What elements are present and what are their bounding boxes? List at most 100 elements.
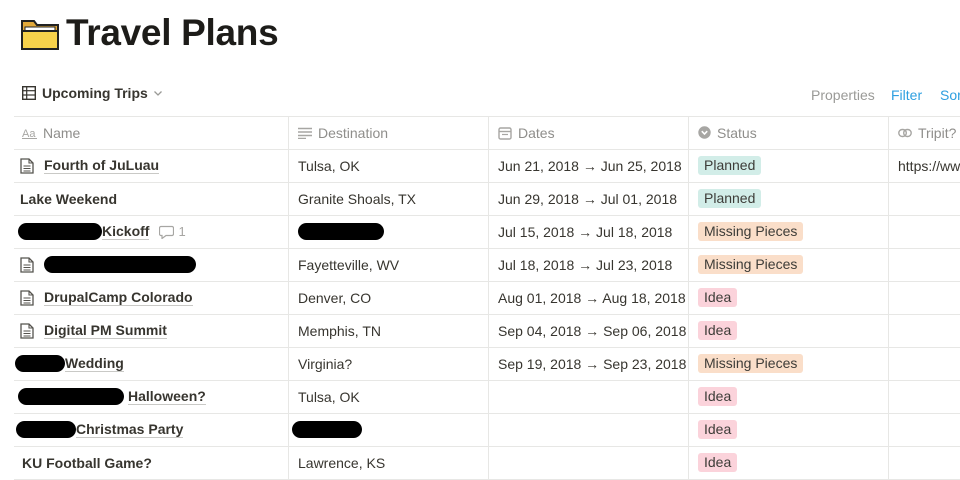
comment-count[interactable]: 1 — [159, 224, 186, 239]
row-name[interactable]: Christmas Party — [76, 421, 184, 438]
row-tripit[interactable] — [898, 347, 960, 380]
row-tripit[interactable] — [898, 248, 960, 281]
sort-button[interactable]: Sor — [940, 87, 960, 103]
page-icon — [20, 157, 34, 174]
row-tripit[interactable] — [898, 281, 960, 314]
row-name[interactable]: DrupalCamp Colorado — [44, 289, 193, 306]
row-destination[interactable]: Lawrence, KS — [298, 446, 488, 479]
row-dates[interactable]: Jul 15, 2018 → Jul 18, 2018 — [498, 215, 692, 248]
row-status-cell[interactable]: Idea — [698, 281, 888, 314]
row-name[interactable]: Lake Weekend — [20, 191, 117, 207]
filter-button[interactable]: Filter — [891, 87, 922, 103]
row-name-cell[interactable] — [20, 248, 292, 281]
row-name[interactable]: Digital PM Summit — [44, 322, 167, 339]
table-row[interactable]: Kickoff 1 Jul 15, 2018 → Jul 18, 2018 Mi… — [14, 215, 960, 248]
redacted-text — [44, 256, 196, 273]
row-dates[interactable] — [498, 380, 692, 413]
row-name-cell[interactable]: Halloween? — [18, 380, 290, 413]
link-icon — [898, 128, 912, 137]
row-name[interactable]: Fourth of JuLuau — [44, 157, 160, 174]
row-status-cell[interactable]: Idea — [698, 380, 888, 413]
row-status-cell[interactable]: Planned — [698, 149, 888, 182]
row-destination[interactable] — [298, 215, 488, 248]
row-tripit[interactable] — [898, 314, 960, 347]
row-name[interactable]: KU Football Game? — [22, 455, 152, 471]
table-row[interactable]: Halloween? Tulsa, OK Idea — [14, 380, 960, 413]
status-tag: Idea — [698, 420, 738, 439]
row-name-cell[interactable]: Lake Weekend — [20, 182, 292, 215]
table-row[interactable]: KU Football Game? Lawrence, KS Idea — [14, 446, 960, 479]
table-border — [14, 116, 960, 117]
row-dates[interactable]: Jun 21, 2018 → Jun 25, 2018 — [498, 149, 692, 182]
row-dates[interactable]: Jul 18, 2018 → Jul 23, 2018 — [498, 248, 692, 281]
row-status-cell[interactable]: Planned — [698, 182, 888, 215]
row-name-cell[interactable]: DrupalCamp Colorado — [20, 281, 292, 314]
row-status-cell[interactable]: Missing Pieces — [698, 347, 888, 380]
row-destination[interactable] — [292, 413, 482, 446]
column-destination-label: Destination — [318, 124, 389, 141]
table-row[interactable]: Lake Weekend Granite Shoals, TX Jun 29, … — [14, 182, 960, 215]
row-status-cell[interactable]: Idea — [698, 314, 888, 347]
table-row[interactable]: Wedding Virginia? Sep 19, 2018 → Sep 23,… — [14, 347, 960, 380]
row-name[interactable]: Wedding — [65, 355, 124, 372]
column-header-dates[interactable]: Dates — [498, 116, 555, 149]
row-destination[interactable]: Virginia? — [298, 347, 488, 380]
row-status-cell[interactable]: Missing Pieces — [698, 215, 888, 248]
status-tag: Idea — [698, 453, 738, 472]
row-name-cell[interactable]: KU Football Game? — [22, 446, 294, 479]
redacted-text — [18, 388, 124, 405]
row-dates[interactable]: Aug 01, 2018 → Aug 18, 2018 — [498, 281, 692, 314]
row-destination[interactable]: Memphis, TN — [298, 314, 488, 347]
row-tripit[interactable] — [898, 182, 960, 215]
row-destination[interactable]: Granite Shoals, TX — [298, 182, 488, 215]
table-view-icon — [22, 86, 36, 100]
row-dates[interactable]: Sep 04, 2018 → Sep 06, 2018 — [498, 314, 692, 347]
row-dates[interactable]: Sep 19, 2018 → Sep 23, 2018 — [498, 347, 692, 380]
row-name-cell[interactable]: Wedding — [15, 347, 287, 380]
select-property-icon — [698, 126, 711, 139]
row-tripit[interactable]: https://ww — [898, 149, 960, 182]
column-header-status[interactable]: Status — [698, 116, 757, 149]
row-name-cell[interactable]: Kickoff 1 — [18, 215, 290, 248]
row-tripit[interactable] — [898, 215, 960, 248]
row-dates[interactable] — [498, 413, 692, 446]
row-destination[interactable]: Tulsa, OK — [298, 149, 488, 182]
table-row[interactable]: Fourth of JuLuau Tulsa, OK Jun 21, 2018 … — [14, 149, 960, 182]
row-name[interactable]: Halloween? — [128, 388, 206, 405]
svg-text:Aa: Aa — [22, 128, 36, 139]
row-destination[interactable]: Fayetteville, WV — [298, 248, 488, 281]
row-name-cell[interactable]: Digital PM Summit — [20, 314, 292, 347]
comment-count-value: 1 — [178, 224, 186, 239]
properties-button[interactable]: Properties — [811, 87, 875, 103]
status-tag: Idea — [698, 321, 738, 340]
column-tripit-label: Tripit? — [918, 124, 957, 141]
table-row[interactable]: Fayetteville, WV Jul 18, 2018 → Jul 23, … — [14, 248, 960, 281]
row-tripit[interactable] — [898, 413, 960, 446]
redacted-text — [16, 421, 76, 438]
view-selector[interactable]: Upcoming Trips — [22, 85, 163, 101]
row-tripit[interactable] — [898, 446, 960, 479]
view-name: Upcoming Trips — [42, 85, 148, 101]
row-status-cell[interactable]: Idea — [698, 413, 888, 446]
status-tag: Idea — [698, 387, 738, 406]
page-header: Travel Plans — [20, 12, 279, 54]
table-row[interactable]: DrupalCamp Colorado Denver, CO Aug 01, 2… — [14, 281, 960, 314]
table-row[interactable]: Christmas Party Idea — [14, 413, 960, 446]
row-tripit[interactable] — [898, 380, 960, 413]
table-row[interactable]: Digital PM Summit Memphis, TN Sep 04, 20… — [14, 314, 960, 347]
status-tag: Missing Pieces — [698, 354, 804, 373]
comment-icon — [159, 225, 175, 239]
column-header-tripit[interactable]: Tripit? — [898, 116, 956, 149]
row-dates[interactable] — [498, 446, 692, 479]
row-status-cell[interactable]: Missing Pieces — [698, 248, 888, 281]
row-destination[interactable]: Denver, CO — [298, 281, 488, 314]
row-name[interactable]: Kickoff — [102, 223, 150, 240]
column-header-name[interactable]: Aa Name — [22, 116, 80, 149]
row-dates[interactable]: Jun 29, 2018 → Jul 01, 2018 — [498, 182, 692, 215]
row-name-cell[interactable]: Christmas Party — [16, 413, 288, 446]
text-lines-icon — [298, 127, 312, 139]
row-destination[interactable]: Tulsa, OK — [298, 380, 488, 413]
column-header-destination[interactable]: Destination — [298, 116, 388, 149]
row-name-cell[interactable]: Fourth of JuLuau — [20, 149, 292, 182]
row-status-cell[interactable]: Idea — [698, 446, 888, 479]
